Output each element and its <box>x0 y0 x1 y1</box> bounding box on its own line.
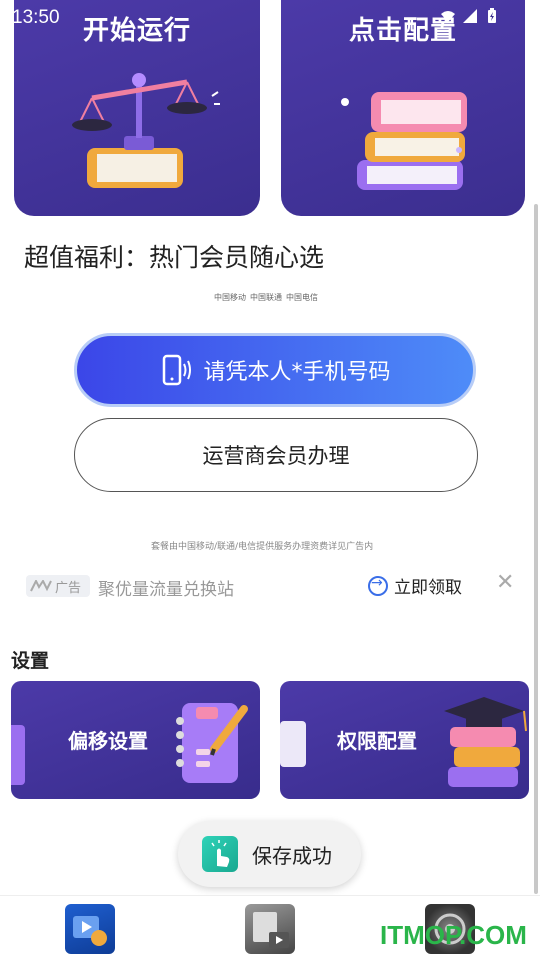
status-icons <box>440 8 500 24</box>
status-time: 13:50 <box>12 7 60 28</box>
offset-settings-title: 偏移设置 <box>68 729 148 753</box>
scrollbar[interactable] <box>534 204 538 894</box>
ad-note: 套餐由中国移动/联通/电信提供服务办理资费详见广告内 <box>151 542 374 552</box>
tap-hand-icon <box>202 836 238 872</box>
phone-button-label: 请凭本人*手机号码 <box>203 360 391 385</box>
battery-icon <box>488 8 496 23</box>
ad-logo-icon <box>30 580 52 592</box>
bottom-nav: ITMOP.COM <box>0 895 540 960</box>
video-player-icon[interactable] <box>65 904 115 954</box>
settings-section-title: 设置 <box>11 650 50 672</box>
watermark: ITMOP.COM <box>380 920 527 950</box>
books-icon <box>341 92 467 190</box>
promo-heading: 超值福利：热门会员随心选 <box>24 243 325 272</box>
close-icon[interactable]: ✕ <box>496 570 514 595</box>
arrow-circle-icon <box>368 575 388 596</box>
permission-config-card[interactable]: 权限配置 <box>280 681 529 799</box>
offset-settings-card[interactable]: 偏移设置 <box>11 681 260 799</box>
carrier-logo-mobile: 中国移动 <box>214 293 246 302</box>
carrier-logos: 中国移动 中国联通 中国电信 <box>214 292 318 303</box>
gallery-icon[interactable] <box>245 904 295 954</box>
operator-button-label: 运营商会员办理 <box>202 444 350 468</box>
scale-icon <box>72 73 220 188</box>
card-decoration-right <box>280 721 306 767</box>
ad-banner[interactable]: 中国移动 中国联通 中国电信 请凭本人*手机号码 运营商会员办理 套餐由中国移动… <box>36 290 506 560</box>
carrier-logo-telecom: 中国电信 <box>286 293 318 302</box>
save-success-toast: 保存成功 <box>178 821 361 887</box>
notebook-icon <box>176 703 248 783</box>
operator-member-button[interactable]: 运营商会员办理 <box>74 418 478 492</box>
card-decoration-left <box>11 725 25 785</box>
claim-now-button[interactable]: 立即领取 <box>368 573 462 598</box>
graduation-books-icon <box>444 697 527 787</box>
status-bar: 13:50 <box>0 0 540 34</box>
signal-icon <box>463 9 477 23</box>
phone-icon <box>163 354 192 386</box>
toast-text: 保存成功 <box>252 843 332 868</box>
ad-badge-label: 广告 <box>55 580 82 596</box>
phone-number-button[interactable]: 请凭本人*手机号码 <box>74 333 476 407</box>
ad-strip[interactable]: 广告 聚优量流量兑换站 立即领取 ✕ <box>24 568 524 604</box>
permission-config-title: 权限配置 <box>337 729 417 753</box>
wifi-icon <box>441 11 455 22</box>
claim-label: 立即领取 <box>394 578 462 598</box>
carrier-logo-unicom: 中国联通 <box>250 293 282 302</box>
ad-title: 聚优量流量兑换站 <box>98 580 234 600</box>
ad-badge: 广告 <box>26 575 90 597</box>
